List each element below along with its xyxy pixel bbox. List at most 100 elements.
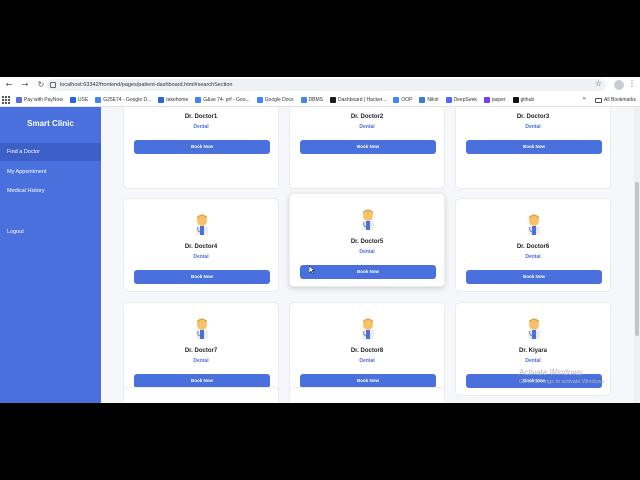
url-input[interactable]: localhost:63342/frontend/pages/patient-d…	[46, 79, 606, 91]
doctor-card-partial	[123, 387, 279, 403]
book-now-button[interactable]: Book Now	[134, 140, 270, 154]
doctor-specialty: Dental	[525, 254, 541, 260]
sidebar-item-logout[interactable]: Logout	[0, 223, 101, 241]
doctor-card: Dr. Doctor3 Dental Book Now	[455, 107, 611, 189]
sidebar-item-medical-history[interactable]: Medical History	[0, 182, 101, 200]
bookmark-list: Pay with PayNow USE G25E74 - Google D... ta…	[16, 96, 541, 103]
doctor-avatar-icon	[193, 213, 211, 235]
doctor-avatar-icon	[359, 208, 377, 230]
doctor-specialty: Dental	[525, 124, 541, 130]
book-now-button[interactable]: Book Now	[134, 270, 270, 284]
book-now-button[interactable]: Book Now	[466, 270, 602, 284]
book-now-button[interactable]: Book Now	[466, 140, 602, 154]
doctor-avatar-icon	[193, 317, 211, 339]
bookmark-favicon-icon	[95, 96, 102, 103]
doctor-specialty: Dental	[193, 358, 209, 364]
bookmark-item[interactable]: Dashboard | Hacker...	[330, 96, 387, 103]
doctor-specialty: Dental	[193, 124, 209, 130]
bookmark-label: takehome	[166, 96, 189, 103]
bookmarks-overflow-button[interactable]: »	[583, 96, 586, 102]
doctor-specialty: Dental	[525, 358, 541, 364]
bookmark-label: Pay with PayNow	[24, 96, 63, 103]
bookmark-item[interactable]: DeepSeek	[445, 96, 477, 103]
all-bookmarks-button[interactable]: All Bookmarks	[595, 97, 636, 103]
bookmark-label: Dashboard | Hacker...	[338, 96, 387, 103]
address-bar: ← → ↻ localhost:63342/frontend/pages/pat…	[0, 77, 640, 93]
book-now-button[interactable]: Book Now	[300, 265, 436, 279]
doctor-name: Dr. Doctor6	[516, 244, 550, 250]
profile-avatar[interactable]	[614, 80, 624, 90]
bookmark-label: Google Docs	[264, 96, 294, 103]
bookmark-label: OOP	[401, 96, 413, 103]
doctor-card: Dr. Doctor1 Dental Book Now	[123, 107, 279, 189]
book-now-button[interactable]: Book Now	[300, 140, 436, 154]
doctor-card: Dr. Doctor2 Dental Book Now	[289, 107, 445, 189]
doctor-avatar-icon	[525, 213, 543, 235]
bookmark-label: USE	[77, 96, 89, 103]
bookmark-label: G&se 74- prf - Goo...	[203, 96, 250, 103]
bookmark-favicon-icon	[512, 96, 519, 103]
doctor-name: Dr. Doctor1	[184, 114, 218, 120]
star-icon[interactable]: ☆	[595, 79, 602, 88]
doctor-name: Dr. Kiyara	[518, 348, 548, 354]
book-now-button[interactable]: Book Now	[300, 374, 436, 388]
doctor-grid: Dr. Doctor1 Dental Book Now Dr. Doctor2 Dent…	[101, 107, 640, 403]
bookmark-item[interactable]: Google Docs	[256, 96, 294, 103]
bookmark-favicon-icon	[195, 96, 202, 103]
clinic-page: Smart Clinic Find a Doctor My Appointmen…	[0, 107, 640, 403]
bookmark-label: github	[520, 96, 535, 103]
site-info-icon[interactable]	[50, 82, 56, 88]
bookmark-item[interactable]: jasper	[483, 96, 506, 103]
doctor-name: Dr. Doctor4	[184, 244, 218, 250]
brand-title: Smart Clinic	[27, 119, 74, 128]
all-bookmarks-label: All Bookmarks	[604, 97, 636, 103]
scrollbar-thumb[interactable]	[635, 182, 639, 336]
doctor-avatar-icon	[525, 317, 543, 339]
sidebar: Smart Clinic Find a Doctor My Appointmen…	[0, 107, 101, 403]
doctor-avatar-icon	[359, 317, 377, 339]
bookmark-label: G25E74 - Google D...	[103, 96, 152, 103]
url-text: localhost:63342/frontend/pages/patient-d…	[60, 82, 233, 88]
mouse-cursor-icon	[309, 266, 315, 274]
bookmark-label: jasper	[491, 96, 506, 103]
bookmark-label: DBMS	[308, 96, 324, 103]
screen: ← → ↻ localhost:63342/frontend/pages/pat…	[0, 77, 640, 403]
menu-kebab-icon[interactable]: ⋮	[628, 79, 636, 88]
bookmark-favicon-icon	[69, 96, 76, 103]
windows-watermark-subtitle: Go to Settings to activate Windows.	[519, 379, 606, 385]
windows-watermark-title: Activate Windows	[519, 368, 583, 377]
bookmarks-bar: Pay with PayNow USE G25E74 - Google D... ta…	[0, 93, 640, 107]
bookmark-item[interactable]: takehome	[158, 96, 189, 103]
bookmark-item[interactable]: USE	[69, 96, 89, 103]
bookmark-label: DeepSeek	[453, 96, 477, 103]
bookmark-favicon-icon	[419, 96, 426, 103]
bookmark-favicon-icon	[393, 96, 400, 103]
bookmark-item[interactable]: Nikiri	[419, 96, 439, 103]
doctor-specialty: Dental	[359, 358, 375, 364]
bookmark-item[interactable]: DBMS	[300, 96, 324, 103]
doctor-name: Dr. Doctor8	[350, 348, 384, 354]
doctor-name: Dr. Doctor3	[516, 114, 550, 120]
arrow-left-icon[interactable]: ←	[2, 78, 16, 92]
bookmark-item[interactable]: G25E74 - Google D...	[95, 96, 152, 103]
bookmark-favicon-icon	[483, 96, 490, 103]
doctor-name: Dr. Doctor2	[350, 114, 384, 120]
apps-grid-icon[interactable]	[2, 95, 10, 104]
bookmark-favicon-icon	[16, 96, 22, 103]
bookmark-item[interactable]: github	[512, 96, 535, 103]
folder-icon	[595, 97, 603, 103]
scrollbar[interactable]	[634, 107, 640, 403]
arrow-right-icon[interactable]: →	[18, 78, 32, 92]
doctor-specialty: Dental	[193, 254, 209, 260]
bookmark-label: Nikiri	[427, 96, 439, 103]
sidebar-item-my-appointment[interactable]: My Appointment	[0, 163, 101, 181]
doctor-specialty: Dental	[359, 249, 375, 255]
bookmark-item[interactable]: Pay with PayNow	[16, 96, 63, 103]
sidebar-item-find-doctor[interactable]: Find a Doctor	[0, 143, 101, 161]
doctor-card: Dr. Doctor4 Dental Book Now	[123, 198, 279, 292]
bookmark-item[interactable]: OOP	[393, 96, 413, 103]
book-now-button[interactable]: Book Now	[134, 374, 270, 388]
bookmark-item[interactable]: G&se 74- prf - Goo...	[195, 96, 250, 103]
doctor-name: Dr. Doctor5	[350, 239, 384, 245]
bookmark-favicon-icon	[330, 96, 337, 103]
